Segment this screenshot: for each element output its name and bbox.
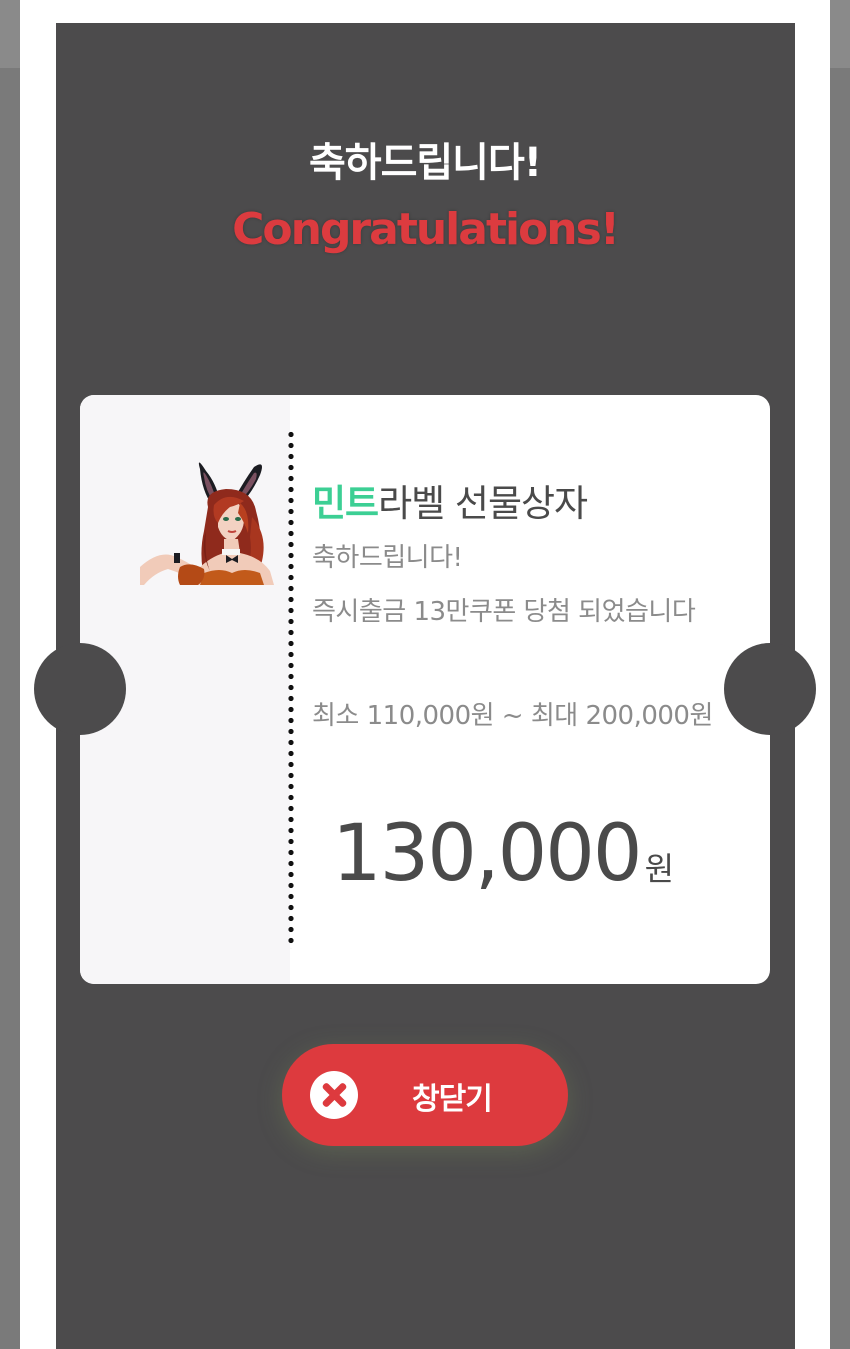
prize-amount-unit: 원 (644, 850, 675, 888)
ticket-notch-right (724, 643, 816, 735)
close-icon (310, 1071, 358, 1119)
close-button-label: 창닫기 (412, 1082, 493, 1117)
product-title: 민트라벨 선물상자 (312, 473, 588, 527)
product-name: 라벨 선물상자 (378, 482, 588, 525)
modal-title-english: Congratulations! (232, 204, 620, 255)
character-illustration (140, 461, 286, 585)
message-range: 최소 110,000원 ~ 최대 200,000원 (312, 701, 713, 731)
modal-title-korean: 축하드립니다! (308, 140, 542, 186)
prize-amount-value: 130,000 (332, 809, 643, 899)
ticket-notch-left (34, 643, 126, 735)
ticket-perforation (288, 429, 294, 949)
message-coupon: 즉시출금 13만쿠폰 당첨 되었습니다 (312, 597, 696, 627)
prize-ticket: 민트라벨 선물상자 축하드립니다! 즉시출금 13만쿠폰 당첨 되었습니다 최소… (34, 395, 816, 984)
close-window-button[interactable]: 창닫기 (282, 1044, 568, 1146)
message-congrats: 축하드립니다! (312, 543, 463, 573)
brand-accent: 민트 (312, 482, 379, 525)
prize-amount: 130,000 원 (332, 809, 674, 899)
